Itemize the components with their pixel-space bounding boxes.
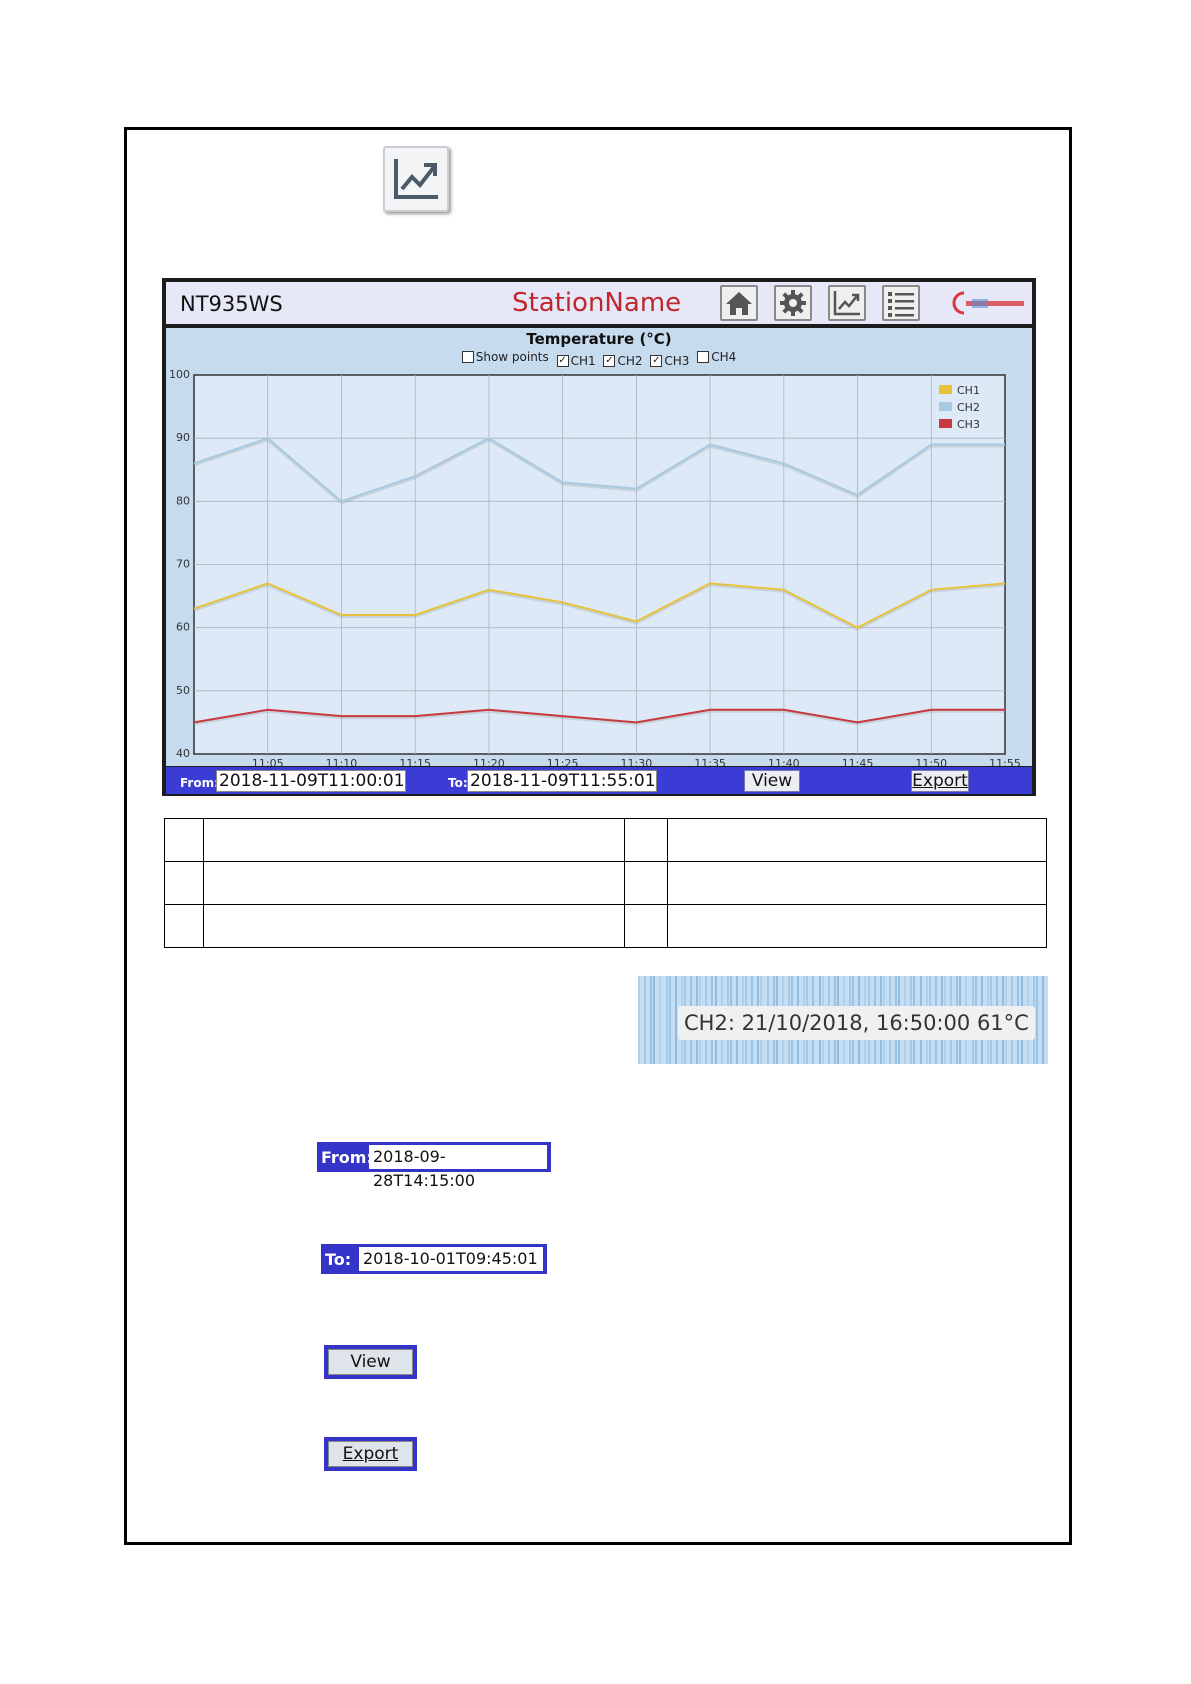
export-label: Export	[328, 1441, 413, 1467]
chart-button[interactable]	[828, 285, 866, 321]
from-label: From:	[321, 1148, 373, 1167]
from-input[interactable]: 2018-11-09T11:00:01	[216, 770, 406, 792]
y-tick-label: 50	[176, 684, 190, 697]
table-cell	[667, 861, 1047, 905]
checkbox[interactable]	[697, 351, 710, 363]
checkbox[interactable]	[461, 351, 474, 363]
grid-stripe	[650, 976, 653, 1064]
description-table	[164, 818, 1047, 948]
table-row	[164, 818, 1047, 862]
grid-stripe	[644, 976, 647, 1064]
x-tick-label: 11:20	[473, 757, 505, 766]
legend-swatch	[939, 419, 952, 428]
table-cell	[624, 861, 668, 905]
y-tick-label: 100	[169, 368, 190, 381]
table-cell	[164, 861, 204, 905]
to-input[interactable]: 2018-11-09T11:55:01	[467, 770, 657, 792]
from-input[interactable]: 2018-09-28T14:15:00	[369, 1145, 547, 1190]
y-tick-label: 70	[176, 558, 190, 571]
to-label: To:	[448, 776, 468, 790]
grid-stripe	[1041, 976, 1044, 1064]
chart-icon	[833, 291, 860, 316]
table-cell	[203, 861, 625, 905]
table-cell	[203, 818, 625, 862]
x-tick-label: 11:15	[399, 757, 431, 766]
legend-label: CH2	[957, 401, 980, 414]
table-cell	[667, 818, 1047, 862]
chart-tooltip: CH2: 21/10/2018, 16:50:00 61°C	[678, 1006, 1035, 1040]
table-cell	[203, 904, 625, 948]
to-field-example: To: 2018-10-01T09:45:01	[321, 1244, 547, 1274]
view-button[interactable]: View	[744, 770, 800, 792]
app-header: NT935WS StationName	[166, 282, 1032, 324]
grid-stripe	[638, 976, 640, 1064]
grid-stripe	[668, 976, 671, 1064]
y-tick-label: 90	[176, 431, 190, 444]
y-tick-label: 40	[176, 747, 190, 760]
x-tick-label: 11:30	[621, 757, 653, 766]
range-bar: From: 2018-11-09T11:00:01 To: 2018-11-09…	[166, 767, 1032, 794]
to-label: To:	[325, 1250, 352, 1269]
export-button-example[interactable]: Export	[324, 1437, 417, 1471]
y-tick-label: 60	[176, 621, 190, 634]
option-ch2[interactable]: ✓ CH2	[603, 354, 643, 368]
tooltip-example: CH2: 21/10/2018, 16:50:00 61°C	[638, 976, 1048, 1064]
settings-button[interactable]	[774, 285, 812, 321]
chart-icon	[383, 146, 449, 212]
view-button-example[interactable]: View	[324, 1345, 417, 1379]
x-tick-label: 11:05	[252, 757, 284, 766]
option-ch1[interactable]: ✓ CH1	[556, 354, 596, 368]
checkbox[interactable]: ✓	[650, 355, 663, 367]
x-tick-label: 11:35	[694, 757, 726, 766]
export-button[interactable]: Export	[911, 770, 969, 792]
table-cell	[164, 818, 204, 862]
chart-panel: 100 90 80 70 60 50 40 11:05 11:10 11:15 11:20 11:25…	[166, 328, 1032, 766]
x-tick-label: 11:40	[768, 757, 800, 766]
company-logo	[952, 291, 1024, 315]
grid-stripe	[659, 976, 662, 1064]
to-input[interactable]: 2018-10-01T09:45:01	[359, 1247, 543, 1271]
chart-title: Temperature (°C)	[526, 330, 672, 348]
list-button[interactable]	[882, 285, 920, 321]
grid-stripe	[1035, 976, 1038, 1064]
grid-stripe	[653, 976, 656, 1064]
x-tick-label: 11:45	[842, 757, 874, 766]
view-label: View	[328, 1349, 413, 1375]
option-ch3[interactable]: ✓ CH3	[650, 354, 689, 368]
table-row	[164, 861, 1047, 905]
table-cell	[164, 904, 204, 948]
grid-stripe	[665, 976, 668, 1064]
checkbox[interactable]: ✓	[556, 355, 569, 367]
station-name: StationName	[512, 288, 682, 318]
y-tick-label: 80	[176, 494, 190, 507]
x-tick-label: 11:55	[989, 757, 1021, 766]
x-tick-label: 11:25	[547, 757, 579, 766]
option-ch4[interactable]: CH4	[697, 350, 736, 364]
legend-swatch	[939, 402, 952, 411]
checkbox[interactable]: ✓	[603, 355, 616, 367]
table-row	[164, 904, 1047, 948]
legend-swatch	[939, 385, 952, 394]
x-tick-label: 11:50	[915, 757, 947, 766]
legend-label: CH3	[957, 418, 980, 431]
model-name: NT935WS	[180, 292, 283, 316]
chart-options: Show points ✓ CH1 ✓ CH2 ✓ CH3 CH4	[166, 350, 1032, 368]
home-icon	[726, 292, 752, 315]
table-cell	[624, 818, 668, 862]
table-cell	[667, 904, 1047, 948]
temperature-chart: 100 90 80 70 60 50 40 11:05 11:10 11:15 11:20 11:25…	[169, 368, 1021, 766]
legend-label: CH1	[957, 384, 980, 397]
from-field-example: From: 2018-09-28T14:15:00	[317, 1142, 551, 1190]
list-icon	[888, 292, 914, 317]
option-show-points[interactable]: Show points	[461, 350, 549, 364]
gear-icon	[780, 290, 806, 316]
x-tick-label: 11:10	[326, 757, 358, 766]
grid-stripe	[674, 976, 677, 1064]
home-button[interactable]	[720, 285, 758, 321]
table-cell	[624, 904, 668, 948]
app-window: NT935WS StationName 100 90 80 70 60 50 4…	[162, 278, 1036, 796]
from-label: From:	[180, 776, 219, 790]
